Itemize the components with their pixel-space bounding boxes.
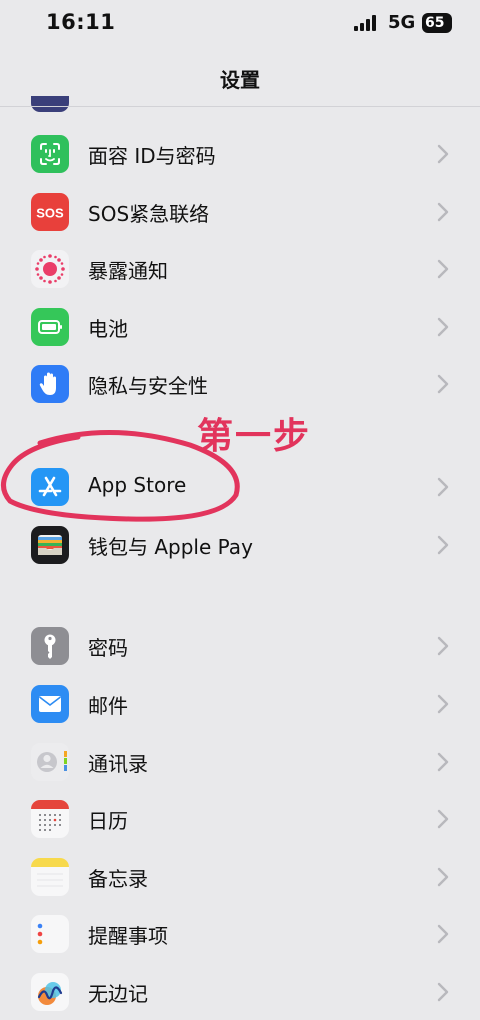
mail-icon: [31, 685, 69, 723]
settings-row-passwords[interactable]: 密码: [0, 618, 480, 674]
settings-row-label: 隐私与安全性: [88, 374, 208, 398]
chevron-right-icon: [437, 809, 449, 829]
partially-visible-icon: [31, 96, 69, 112]
settings-row-notes[interactable]: 备忘录: [0, 849, 480, 905]
sos-icon: SOS: [31, 193, 69, 231]
settings-row-calendar[interactable]: 日历: [0, 791, 480, 847]
settings-row-label: 备忘录: [88, 867, 148, 891]
network-type: 5G: [388, 12, 416, 33]
battery-indicator: 65: [422, 13, 452, 33]
wallet-icon: [31, 526, 69, 564]
settings-row-label: 面容 ID与密码: [88, 144, 216, 168]
contacts-icon: [31, 743, 69, 781]
settings-row-label: 通讯录: [88, 752, 148, 776]
sos-icon-text: SOS: [36, 206, 64, 221]
chevron-right-icon: [437, 752, 449, 772]
nav-divider: [0, 106, 480, 107]
settings-row-freeform[interactable]: 无边记: [0, 964, 480, 1020]
settings-row-label: 无边记: [88, 982, 148, 1006]
settings-row-label: 邮件: [88, 694, 128, 718]
status-time: 16:11: [46, 10, 116, 34]
settings-row-mail[interactable]: 邮件: [0, 676, 480, 732]
annotation-circle: [1, 429, 240, 522]
chevron-right-icon: [437, 144, 449, 164]
chevron-right-icon: [437, 924, 449, 944]
settings-row-sos[interactable]: SOS SOS紧急联络: [0, 184, 480, 240]
settings-row-face-id[interactable]: 面容 ID与密码: [0, 126, 480, 182]
chevron-right-icon: [437, 636, 449, 656]
chevron-right-icon: [437, 259, 449, 279]
settings-row-contacts[interactable]: 通讯录: [0, 734, 480, 790]
settings-row-battery[interactable]: 电池: [0, 299, 480, 355]
freeform-icon: [31, 973, 69, 1011]
chevron-right-icon: [437, 374, 449, 394]
settings-row-reminders[interactable]: 提醒事项: [0, 906, 480, 962]
face-id-icon: [31, 135, 69, 173]
settings-row-label: 暴露通知: [88, 259, 168, 283]
battery-icon: [31, 308, 69, 346]
settings-row-label: 密码: [88, 636, 128, 660]
settings-row-label: 提醒事项: [88, 924, 168, 948]
key-icon: [31, 627, 69, 665]
chevron-right-icon: [437, 535, 449, 555]
chevron-right-icon: [437, 694, 449, 714]
chevron-right-icon: [437, 317, 449, 337]
settings-row-label: 钱包与 Apple Pay: [88, 535, 253, 559]
settings-row-label: SOS紧急联络: [88, 202, 210, 226]
cellular-signal-icon: [354, 15, 376, 31]
chevron-right-icon: [437, 477, 449, 497]
settings-row-exposure[interactable]: 暴露通知: [0, 241, 480, 297]
settings-row-label: 电池: [88, 317, 128, 341]
exposure-notification-icon: [31, 250, 69, 288]
reminders-icon: [31, 915, 69, 953]
notes-icon: [31, 858, 69, 896]
chevron-right-icon: [437, 982, 449, 1002]
settings-row-privacy[interactable]: 隐私与安全性: [0, 356, 480, 412]
chevron-right-icon: [437, 867, 449, 887]
chevron-right-icon: [437, 202, 449, 222]
calendar-icon: [31, 800, 69, 838]
status-bar: 16:11 5G 65: [0, 0, 480, 48]
page-title: 设置: [220, 68, 260, 92]
hand-privacy-icon: [31, 365, 69, 403]
settings-row-label: 日历: [88, 809, 128, 833]
